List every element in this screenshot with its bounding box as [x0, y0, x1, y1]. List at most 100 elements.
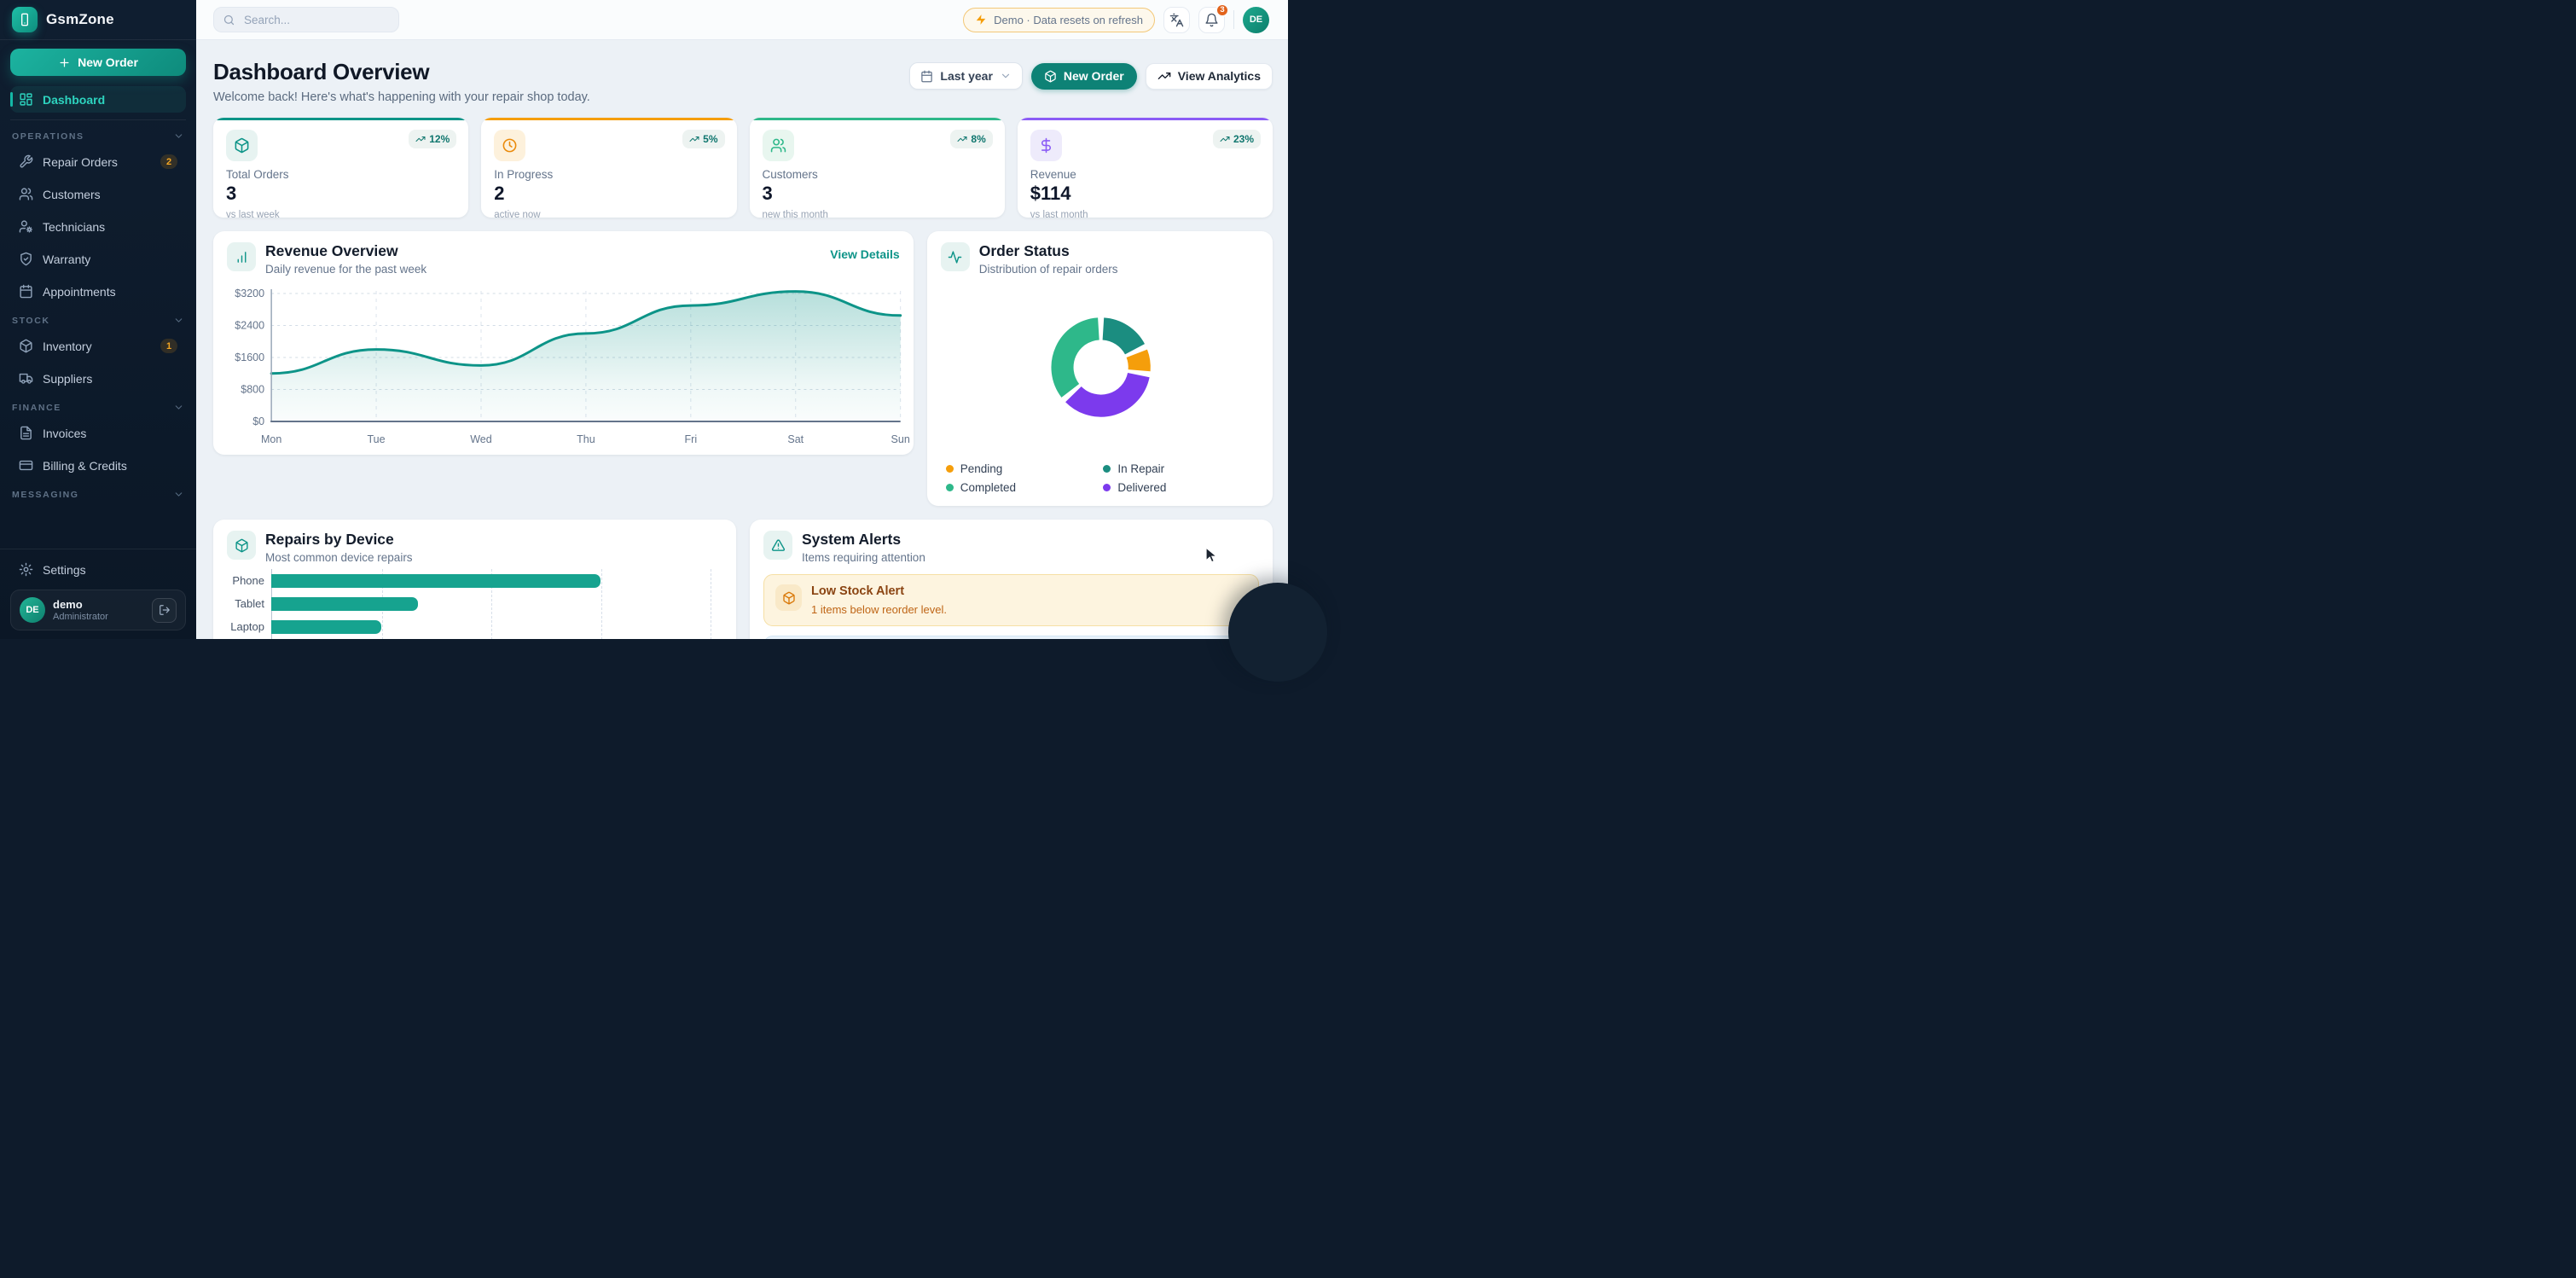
view-analytics-button[interactable]: View Analytics: [1146, 63, 1273, 90]
logout-button[interactable]: [152, 598, 177, 623]
bar-phone[interactable]: [271, 574, 600, 588]
sidebar-item-dashboard[interactable]: Dashboard: [10, 86, 186, 113]
trend-icon: [689, 134, 699, 144]
stat-sub: active now: [494, 210, 723, 218]
search-input[interactable]: [242, 13, 390, 27]
zap-icon: [975, 14, 987, 26]
sidebar-item-inventory[interactable]: Inventory 1: [10, 333, 186, 359]
sidebar-item-invoices[interactable]: Invoices: [10, 420, 186, 446]
bar-row-laptop: Laptop: [227, 615, 711, 638]
plus-icon: [58, 56, 71, 69]
floating-widget[interactable]: [1228, 583, 1327, 682]
bar-row-phone: Phone: [227, 569, 711, 592]
svg-text:Tue: Tue: [368, 433, 386, 445]
stat-card-customers[interactable]: 8% Customers 3 new this month: [750, 118, 1005, 218]
svg-text:Sat: Sat: [787, 433, 804, 445]
revenue-overview-card: Revenue Overview Daily revenue for the p…: [213, 231, 914, 455]
logo-row: GsmZone: [0, 0, 196, 40]
stat-value: 3: [226, 183, 455, 205]
svg-text:Fri: Fri: [685, 433, 698, 445]
sidebar-new-order-button[interactable]: New Order: [10, 49, 186, 76]
svg-text:$800: $800: [241, 384, 264, 396]
file-icon: [19, 426, 33, 440]
bar-laptop[interactable]: [271, 620, 381, 634]
search-box[interactable]: [213, 7, 399, 32]
sidebar: GsmZone New Order Dashboard OPERATIONS R…: [0, 0, 196, 639]
card-icon: [19, 458, 33, 473]
legend-item-in-repair: In Repair: [1103, 462, 1254, 475]
legend-item-pending: Pending: [946, 462, 1097, 475]
users-icon: [19, 187, 33, 201]
new-order-button[interactable]: New Order: [1031, 63, 1137, 90]
trend-icon: [415, 134, 426, 144]
repairs-by-device-card: Repairs by Device Most common device rep…: [213, 520, 736, 639]
legend-item-completed: Completed: [946, 481, 1097, 494]
bar-label: Tablet: [227, 597, 264, 610]
stat-label: Total Orders: [226, 168, 455, 181]
svg-text:Mon: Mon: [261, 433, 281, 445]
alert-title: Low Stock Alert: [811, 584, 947, 598]
sidebar-section-messaging[interactable]: MESSAGING: [12, 489, 184, 500]
topbar: Demo · Data resets on refresh 3 DE: [196, 0, 1288, 40]
card-subtitle: Most common device repairs: [265, 551, 413, 564]
sidebar-section-stock[interactable]: STOCK: [12, 315, 184, 326]
alerts-list: Low Stock Alert 1 items below reorder le…: [750, 564, 1273, 639]
user-card[interactable]: DE demo Administrator: [10, 590, 186, 630]
sidebar-item-technicians[interactable]: Technicians: [10, 213, 186, 240]
stat-sub: vs last week: [226, 210, 455, 218]
alert-low-stock-alert[interactable]: Low Stock Alert 1 items below reorder le…: [763, 574, 1259, 626]
package-icon: [1044, 70, 1057, 83]
stat-icon: [1030, 130, 1062, 161]
sidebar-item-label: Warranty: [43, 253, 90, 266]
card-title: Repairs by Device: [265, 531, 413, 549]
donut-segment-completed[interactable]: [1062, 328, 1098, 390]
order-status-donut: [927, 276, 1273, 462]
app-logo: [12, 7, 38, 32]
stat-card-total-orders[interactable]: 12% Total Orders 3 vs last week: [213, 118, 468, 218]
bar-label: Phone: [227, 574, 264, 587]
bar-tablet[interactable]: [271, 597, 418, 611]
donut-segment-delivered[interactable]: [1073, 375, 1138, 406]
donut-legend: Pending In Repair Completed Delivered: [927, 462, 1273, 506]
sidebar-item-billing-credits[interactable]: Billing & Credits: [10, 452, 186, 479]
sidebar-item-label: Repair Orders: [43, 155, 118, 169]
users-icon: [770, 137, 786, 154]
activity-icon: [948, 250, 962, 264]
svg-text:$1600: $1600: [235, 351, 264, 363]
sidebar-item-appointments[interactable]: Appointments: [10, 278, 186, 305]
sidebar-section-finance[interactable]: FINANCE: [12, 402, 184, 413]
sidebar-item-repair-orders[interactable]: Repair Orders 2: [10, 148, 186, 175]
page-title: Dashboard Overview: [213, 59, 590, 85]
trend-badge: 5%: [682, 130, 724, 148]
svg-text:$2400: $2400: [235, 320, 264, 332]
donut-segment-pending[interactable]: [1136, 353, 1139, 370]
sidebar-item-suppliers[interactable]: Suppliers: [10, 365, 186, 392]
notification-count-badge: 3: [1215, 3, 1229, 17]
stat-card-revenue[interactable]: 23% Revenue $114 vs last month: [1018, 118, 1273, 218]
date-range-select[interactable]: Last year: [909, 62, 1022, 90]
legend-item-delivered: Delivered: [1103, 481, 1254, 494]
count-badge: 1: [160, 339, 177, 353]
donut-segment-in-repair[interactable]: [1103, 328, 1134, 349]
logout-icon: [159, 604, 171, 616]
user-avatar[interactable]: DE: [1243, 7, 1269, 33]
stat-icon: [763, 130, 794, 161]
search-icon: [223, 14, 235, 26]
sidebar-item-settings[interactable]: Settings: [10, 556, 186, 583]
language-button[interactable]: [1163, 7, 1190, 33]
calendar-icon: [920, 70, 933, 83]
sidebar-section-operations[interactable]: OPERATIONS: [12, 131, 184, 142]
alert-pending-orders[interactable]: Pending Orders 2 orders in progress: [763, 636, 1259, 639]
chevron-icon: [173, 131, 184, 142]
sidebar-item-customers[interactable]: Customers: [10, 181, 186, 207]
chart-icon: [235, 250, 249, 264]
svg-text:Wed: Wed: [470, 433, 492, 445]
stat-card-in-progress[interactable]: 5% In Progress 2 active now: [481, 118, 736, 218]
stat-sub: new this month: [763, 210, 992, 218]
card-subtitle: Daily revenue for the past week: [265, 263, 426, 276]
card-subtitle: Distribution of repair orders: [979, 263, 1118, 276]
notifications-button[interactable]: 3: [1198, 7, 1225, 33]
sidebar-item-warranty[interactable]: Warranty: [10, 246, 186, 272]
view-details-link[interactable]: View Details: [830, 247, 899, 261]
alert-triangle-icon: [763, 531, 792, 560]
